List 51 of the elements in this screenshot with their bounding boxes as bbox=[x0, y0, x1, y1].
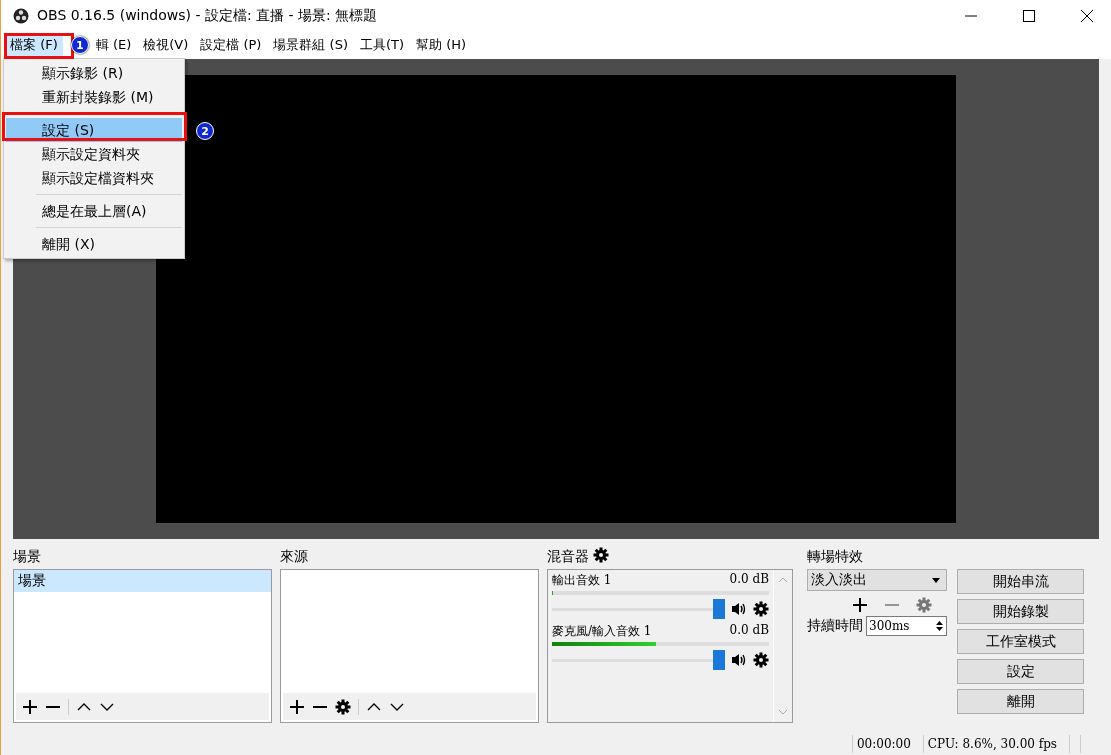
menu-item[interactable]: 場景群組 (S) bbox=[268, 33, 353, 57]
speaker-icon[interactable] bbox=[731, 652, 747, 668]
panel-title: 混音器 bbox=[547, 547, 589, 566]
status-text: 00:00:00 bbox=[851, 735, 923, 753]
menu-item[interactable]: 顯示設定檔資料夾 bbox=[6, 166, 182, 190]
duration-label: 持續時間 bbox=[807, 617, 863, 635]
add-icon[interactable] bbox=[22, 698, 38, 715]
step-badge: 1 bbox=[70, 36, 89, 54]
slider-thumb[interactable] bbox=[713, 599, 725, 619]
control-button[interactable]: 工作室模式 bbox=[957, 629, 1084, 654]
control-button[interactable]: 開始串流 bbox=[957, 569, 1084, 594]
maximize-icon[interactable] bbox=[1023, 9, 1035, 22]
gear-icon[interactable] bbox=[335, 698, 351, 715]
menu-item[interactable]: 總是在最上層(A) bbox=[6, 199, 182, 223]
add-icon[interactable] bbox=[852, 597, 868, 613]
channel-name: 麥克風/輸入音效 1 bbox=[552, 623, 652, 640]
menu-item[interactable]: 檢視(V) bbox=[138, 33, 194, 57]
panel-title: 轉場特效 bbox=[807, 547, 864, 566]
highlight-frame bbox=[4, 33, 74, 59]
close-icon[interactable] bbox=[1081, 9, 1093, 22]
control-button[interactable]: 開始錄製 bbox=[957, 599, 1084, 624]
volume-slider[interactable] bbox=[552, 650, 725, 670]
transition-dropdown[interactable]: 淡入淡出 bbox=[807, 569, 947, 591]
scene-item[interactable]: 場景 bbox=[14, 570, 271, 592]
channel-name: 輸出音效 1 bbox=[552, 572, 612, 589]
menu-item[interactable]: 離開 (X) bbox=[6, 232, 182, 256]
channel-reading: 0.0 dB bbox=[729, 572, 769, 588]
panel-title: 場景 bbox=[13, 547, 42, 566]
menu-item[interactable]: 幫助 (H) bbox=[411, 33, 472, 57]
menu-item[interactable]: 重新封裝錄影 (M) bbox=[6, 85, 182, 109]
app-logo-icon bbox=[13, 7, 29, 24]
menu-item[interactable]: 顯示錄影 (R) bbox=[6, 61, 182, 85]
status-text: CPU: 8.6%, 30.00 fps bbox=[922, 735, 1069, 753]
duration-field[interactable]: 300ms bbox=[866, 616, 947, 636]
menu-item[interactable]: 輯 (E) bbox=[90, 33, 137, 57]
speaker-icon[interactable] bbox=[731, 601, 747, 617]
add-icon[interactable] bbox=[289, 698, 305, 715]
slider-thumb[interactable] bbox=[713, 650, 725, 670]
menu-item[interactable]: 顯示設定資料夾 bbox=[6, 142, 182, 166]
spinner-icon[interactable] bbox=[935, 619, 944, 633]
menu-item[interactable]: 設定檔 (P) bbox=[195, 33, 267, 57]
window-title: OBS 0.16.5 (windows) - 設定檔: 直播 - 場景: 無標題 bbox=[37, 6, 379, 25]
gear-icon[interactable] bbox=[753, 601, 769, 617]
control-button[interactable]: 離開 bbox=[957, 689, 1084, 714]
volume-slider[interactable] bbox=[552, 599, 725, 619]
channel-reading: 0.0 dB bbox=[729, 623, 769, 639]
gear-icon[interactable] bbox=[593, 547, 609, 563]
menu-item[interactable]: 工具(T) bbox=[354, 33, 410, 57]
gear-icon[interactable] bbox=[753, 652, 769, 668]
control-button[interactable]: 設定 bbox=[957, 659, 1084, 684]
panel-title: 來源 bbox=[280, 547, 309, 566]
